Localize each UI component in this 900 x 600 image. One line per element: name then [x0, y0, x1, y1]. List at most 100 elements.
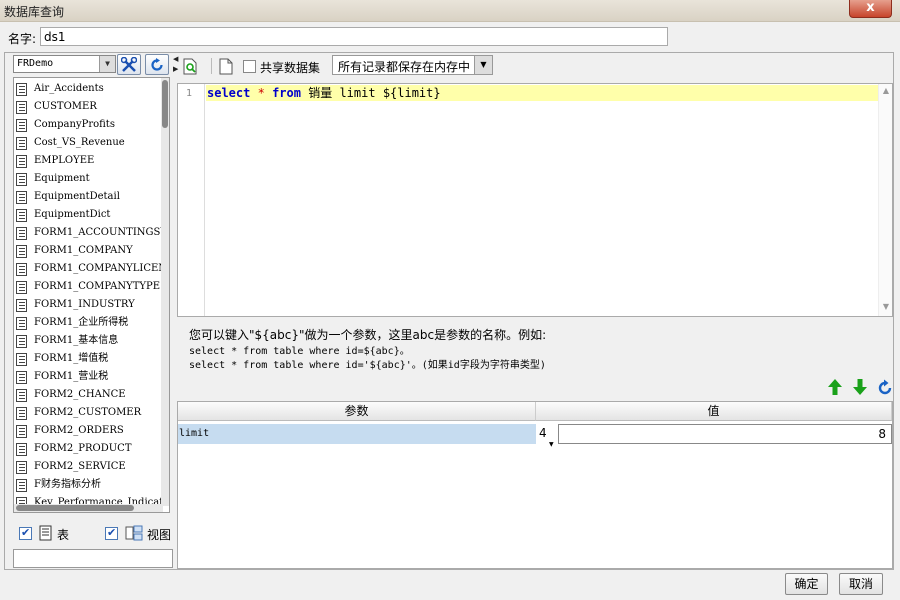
window-title: 数据库查询: [4, 5, 65, 19]
share-dataset-checkbox[interactable]: [243, 60, 256, 73]
table-icon: [16, 227, 27, 240]
preview-icon[interactable]: [183, 58, 197, 75]
table-list-item[interactable]: FORM1_INDUSTRY: [14, 296, 162, 314]
table-list-item[interactable]: FORM1_企业所得税: [14, 314, 162, 332]
line-gutter: 1: [178, 84, 205, 316]
table-name: FORM1_INDUSTRY: [34, 299, 135, 310]
table-icon: [16, 335, 27, 348]
code-line[interactable]: select * from 销量 limit ${limit}: [206, 85, 878, 101]
table-list-item[interactable]: Equipment: [14, 170, 162, 188]
close-button[interactable]: x: [849, 0, 892, 18]
table-icon: [16, 461, 27, 474]
table-icon: [16, 137, 27, 150]
show-tables-checkbox[interactable]: [19, 526, 32, 540]
table-icon: [16, 425, 27, 438]
new-document-icon[interactable]: [219, 58, 233, 75]
cancel-button[interactable]: 取消: [839, 573, 883, 595]
table-list-item[interactable]: F财务指标分析: [14, 476, 162, 494]
table-name: CompanyProfits: [34, 119, 115, 130]
param-name-cell[interactable]: limit: [178, 424, 536, 444]
table-icon: [16, 155, 27, 168]
table-browser: FRDemo ▼ Key_Performance_IndicatorsF财务指标…: [9, 53, 174, 571]
show-views-checkbox[interactable]: [105, 526, 118, 540]
table-filter-input[interactable]: [13, 549, 173, 568]
move-down-icon[interactable]: [852, 378, 868, 396]
table-name: FORM1_增值税: [34, 353, 109, 364]
scrollbar-thumb[interactable]: [162, 80, 168, 128]
show-tables-label: 表: [57, 528, 70, 542]
hint-line-3: select * from table where id='${abc}'。(如…: [189, 360, 546, 371]
table-icon: [16, 209, 27, 222]
table-name: FORM2_CUSTOMER: [34, 407, 142, 418]
table-name: FORM1_COMPANY: [34, 245, 133, 256]
sql-keyword: from: [272, 86, 301, 100]
table-list-item[interactable]: CompanyProfits: [14, 116, 162, 134]
hscrollbar-thumb[interactable]: [16, 505, 134, 511]
table-list-item[interactable]: FORM1_COMPANYLICENSE: [14, 260, 162, 278]
datasource-select[interactable]: FRDemo ▼: [13, 55, 116, 73]
table-list-item[interactable]: FORM1_COMPANY: [14, 242, 162, 260]
chevron-down-icon[interactable]: ▼: [549, 436, 554, 454]
table-list-item[interactable]: FORM2_ORDERS: [14, 422, 162, 440]
move-up-icon[interactable]: [827, 378, 843, 396]
table-list-item[interactable]: EquipmentDict: [14, 206, 162, 224]
memory-mode-value: 所有记录都保存在内存中: [338, 60, 471, 74]
param-type-value: 4: [539, 426, 547, 440]
table-list-item[interactable]: Air_Accidents: [14, 80, 162, 98]
table-list-scrollbar[interactable]: [161, 78, 169, 506]
param-value-input[interactable]: 8: [558, 424, 892, 444]
table-list[interactable]: Key_Performance_IndicatorsF财务指标分析FORM2_S…: [13, 77, 170, 513]
table-name: FORM1_ACCOUNTINGSYSTEM: [34, 227, 162, 238]
table-list-item[interactable]: CUSTOMER: [14, 98, 162, 116]
table-icon: [16, 389, 27, 402]
table-name: Air_Accidents: [34, 83, 104, 94]
name-input[interactable]: [40, 27, 668, 46]
table-list-item[interactable]: EMPLOYEE: [14, 152, 162, 170]
table-name: FORM2_CHANCE: [34, 389, 126, 400]
table-name: FORM1_COMPANYTYPE: [34, 281, 161, 292]
chevron-down-icon[interactable]: ▼: [99, 56, 115, 72]
table-icon: [16, 281, 27, 294]
table-list-item[interactable]: FORM2_PRODUCT: [14, 440, 162, 458]
table-icon: [16, 245, 27, 258]
table-list-item[interactable]: FORM1_ACCOUNTINGSYSTEM: [14, 224, 162, 242]
column-header-param[interactable]: 参数: [178, 402, 536, 421]
table-list-item[interactable]: FORM2_CHANCE: [14, 386, 162, 404]
param-type-selector[interactable]: 4 ▼: [536, 424, 558, 448]
scroll-up-icon[interactable]: ▲: [879, 86, 893, 98]
table-icon: [16, 101, 27, 114]
table-list-item[interactable]: FORM1_基本信息: [14, 332, 162, 350]
sql-keyword: select: [207, 86, 251, 100]
refresh-params-icon[interactable]: [877, 378, 893, 396]
table-list-hscrollbar[interactable]: [14, 504, 163, 512]
table-icon: [16, 353, 27, 366]
refresh-tables-button[interactable]: [145, 54, 169, 75]
column-header-value[interactable]: 值: [536, 402, 892, 421]
table-name: EMPLOYEE: [34, 155, 95, 166]
sql-limit: limit: [339, 86, 376, 100]
chevron-down-icon[interactable]: ▼: [474, 56, 492, 74]
table-name: EquipmentDict: [34, 209, 111, 220]
table-name: Equipment: [34, 173, 90, 184]
line-number: 1: [185, 88, 192, 99]
table-list-item[interactable]: FORM1_COMPANYTYPE: [14, 278, 162, 296]
memory-mode-select[interactable]: 所有记录都保存在内存中 ▼: [332, 55, 493, 75]
hint-line-1: 您可以键入"${abc}"做为一个参数，这里abc是参数的名称。例如:: [189, 328, 547, 342]
table-icon: [16, 119, 27, 132]
name-label: 名字:: [8, 32, 37, 46]
scroll-down-icon[interactable]: ▼: [879, 302, 893, 314]
hint-line-2: select * from table where id=${abc}。: [189, 346, 410, 357]
name-row: 名字:: [0, 24, 900, 50]
toolbar-separator: [211, 58, 212, 74]
table-list-item[interactable]: FORM1_增值税: [14, 350, 162, 368]
table-list-item[interactable]: EquipmentDetail: [14, 188, 162, 206]
ok-button[interactable]: 确定: [785, 573, 828, 595]
table-list-item[interactable]: FORM2_CUSTOMER: [14, 404, 162, 422]
table-icon: [16, 191, 27, 204]
table-list-item[interactable]: FORM2_SERVICE: [14, 458, 162, 476]
editor-scrollbar[interactable]: ▲ ▼: [878, 84, 892, 316]
table-list-item[interactable]: Cost_VS_Revenue: [14, 134, 162, 152]
connection-tools-button[interactable]: [117, 54, 141, 75]
table-list-item[interactable]: FORM1_营业税: [14, 368, 162, 386]
sql-editor[interactable]: 1 select * from 销量 limit ${limit} ▲ ▼: [177, 83, 893, 317]
